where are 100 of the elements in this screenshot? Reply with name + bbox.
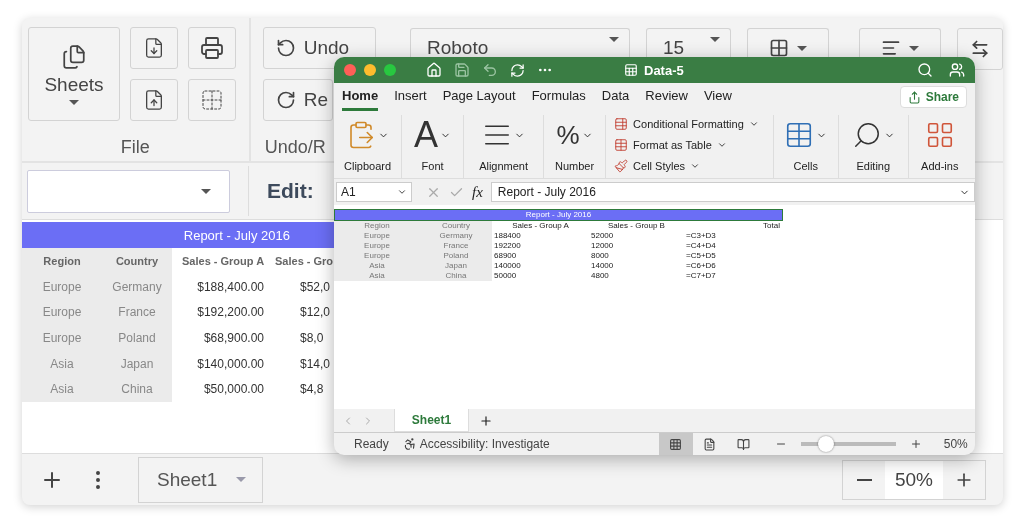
table-cell: Japan	[420, 261, 492, 271]
caret-icon	[236, 477, 246, 482]
caret-icon	[69, 99, 79, 105]
table-cell: Germany	[102, 274, 172, 300]
zoom-value: 50%	[885, 460, 943, 499]
chevron-icon	[397, 187, 407, 197]
sheet-tab[interactable]: Sheet1	[394, 409, 469, 432]
ribbon-tab[interactable]: View	[703, 83, 732, 111]
import-button[interactable]	[130, 27, 178, 69]
ribbon-tab[interactable]: Formulas	[531, 83, 586, 111]
column-width-icon	[970, 39, 990, 59]
table-cell: Europe	[334, 241, 420, 251]
caret-icon	[909, 46, 919, 51]
table-rules-icon	[614, 116, 629, 131]
minimize-button[interactable]	[364, 64, 376, 76]
formula-field[interactable]: Report - July 2016	[490, 182, 975, 202]
table-cell: Europe	[22, 299, 102, 326]
print-button[interactable]	[188, 27, 236, 69]
dotted-grid-icon	[200, 88, 224, 112]
ribbon-button[interactable]: Editing	[838, 115, 909, 178]
table-cell: Asia	[22, 376, 102, 402]
search-icon[interactable]	[917, 62, 933, 78]
table-cell: Europe	[22, 325, 102, 351]
slider-thumb[interactable]	[818, 436, 835, 452]
redo-icon	[275, 90, 296, 110]
redo-button[interactable]: Re	[262, 79, 333, 121]
redo-icon[interactable]	[510, 62, 525, 78]
file-download-icon	[143, 37, 165, 59]
column-header: Region	[334, 221, 420, 231]
sheet-banner: Report - July 2016	[334, 209, 783, 221]
table-cell: Europe	[334, 251, 420, 261]
table-cell: Asia	[334, 261, 420, 271]
column-header: Country	[102, 248, 172, 274]
spreadsheet-icon	[624, 63, 638, 77]
sheet-tab[interactable]: Sheet1	[138, 456, 263, 503]
table-cell: China	[102, 376, 172, 402]
ribbon-button[interactable]: A Font	[402, 115, 465, 178]
ribbon-button[interactable]: % Number	[544, 115, 607, 178]
gridlines-button[interactable]	[188, 79, 236, 121]
group-label: Undo/R	[264, 137, 327, 158]
export-button[interactable]	[130, 79, 178, 121]
group-label: File	[119, 137, 151, 158]
normal-view-button[interactable]	[658, 433, 693, 455]
status-text: Ready	[354, 437, 389, 451]
style-menu-item[interactable]: Cell Styles	[614, 157, 759, 174]
grid-icon	[669, 437, 683, 451]
caret-icon	[797, 46, 807, 51]
sheets-button[interactable]: Sheets	[28, 27, 120, 121]
ribbon-tab[interactable]: Insert	[394, 83, 427, 111]
caret-icon	[609, 37, 619, 42]
undo-icon	[275, 38, 296, 58]
zoom-button[interactable]	[384, 64, 396, 76]
table-cell: Germany	[420, 231, 492, 241]
ribbon-tab[interactable]: Data	[601, 83, 630, 111]
brush-icon	[614, 158, 629, 173]
table-cell: Asia	[22, 350, 102, 377]
accessibility-status[interactable]: Accessibility: Investigate	[419, 437, 550, 451]
ribbon-tab[interactable]: Review	[645, 83, 688, 111]
table-cell: Japan	[102, 350, 172, 377]
save-icon[interactable]	[454, 62, 470, 78]
edit-label: Edit:	[267, 179, 314, 203]
table-cell: France	[420, 241, 492, 251]
column-header: Country	[420, 221, 492, 231]
share-icon	[907, 90, 921, 104]
ribbon-button[interactable]: Add-ins	[908, 115, 971, 178]
style-menu-item[interactable]: Conditional Formatting	[614, 115, 759, 132]
minus-icon	[856, 478, 872, 481]
function-button[interactable]: fx	[472, 183, 483, 201]
table-cell: Asia	[334, 271, 420, 281]
people-icon[interactable]	[949, 62, 965, 78]
report-banner: Report - July 2016	[22, 222, 334, 248]
table-cell: Poland	[420, 251, 492, 261]
file-upload-icon	[143, 89, 165, 111]
add-sheet-button[interactable]	[479, 413, 493, 428]
ribbon-tab[interactable]: Page Layout	[442, 83, 516, 111]
ribbon-tab[interactable]: Home	[342, 83, 379, 111]
percent-icon: %	[556, 122, 580, 148]
window-title: Data-5	[644, 62, 684, 78]
home-icon[interactable]	[426, 62, 442, 78]
style-menu-item[interactable]: Format as Table	[614, 136, 759, 153]
undo-icon[interactable]	[482, 62, 498, 78]
page-icon	[703, 437, 717, 451]
ribbon-button[interactable]: Clipboard	[334, 115, 403, 178]
table-cell: China	[420, 271, 492, 281]
table-cell: Europe	[22, 274, 102, 300]
grid-icon	[769, 38, 789, 58]
caret-icon	[710, 37, 720, 42]
ribbon-button[interactable]: Cells	[773, 115, 839, 178]
files-icon	[61, 43, 87, 70]
table-cell: Europe	[334, 231, 420, 241]
zoom-in-button[interactable]	[909, 438, 922, 450]
name-box[interactable]: A1	[336, 182, 412, 202]
book-icon	[737, 437, 751, 451]
share-button[interactable]: Share	[899, 86, 967, 108]
table-icon	[614, 137, 629, 152]
ribbon-button[interactable]: Alignment	[464, 115, 545, 178]
zoom-value: 50%	[943, 437, 968, 451]
column-header: Region	[22, 248, 102, 274]
table-cell: Poland	[102, 325, 172, 351]
align-left-icon	[881, 38, 901, 58]
